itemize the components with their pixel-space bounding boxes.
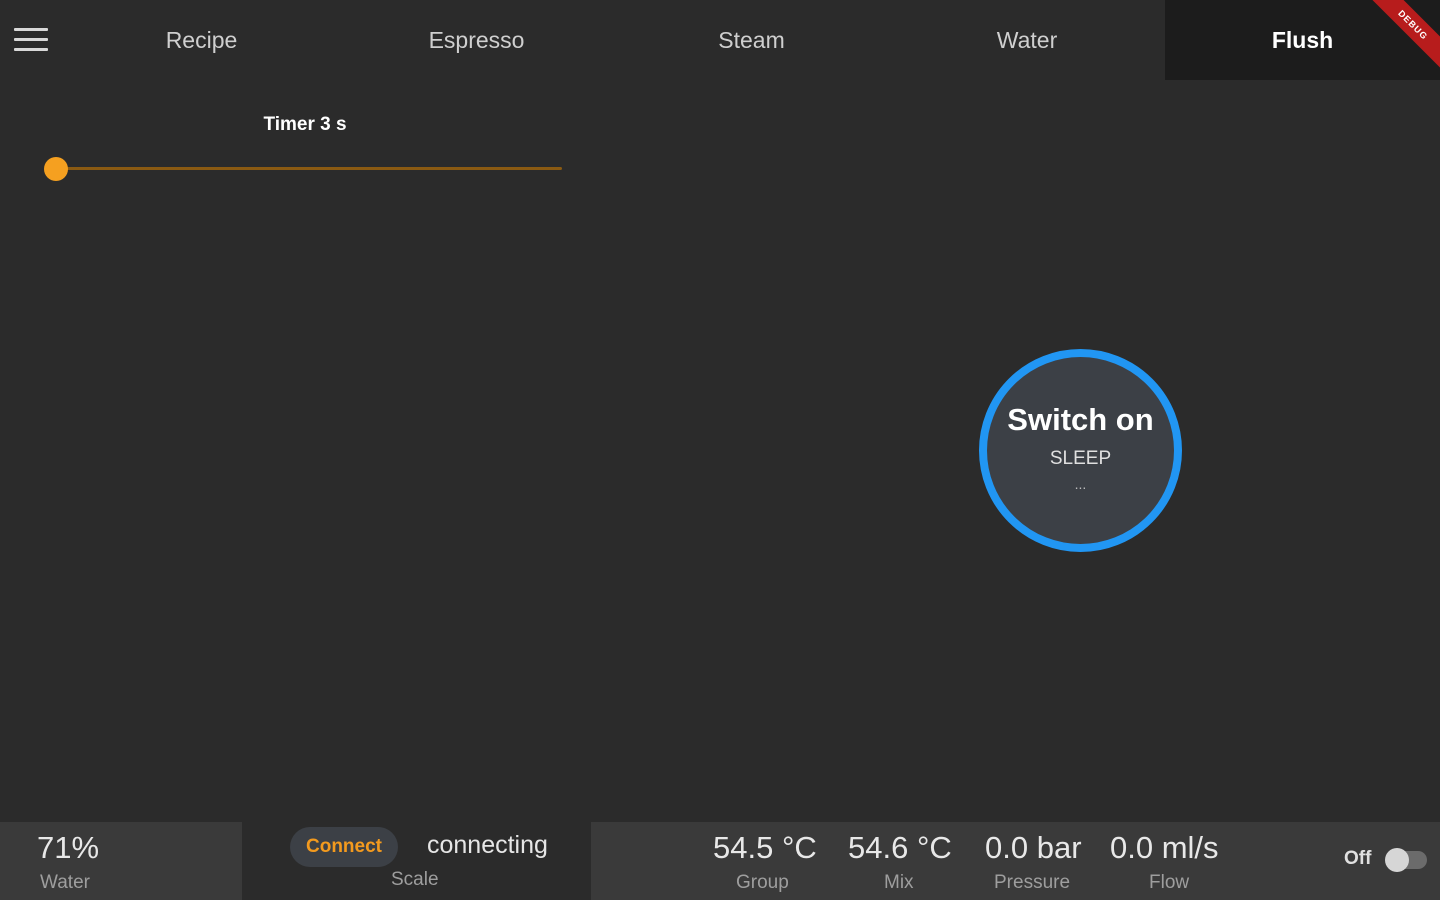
timer-slider[interactable]	[44, 157, 562, 181]
power-toggle-switch[interactable]	[1385, 848, 1427, 872]
machine-metrics-panel: 54.5 °C Group 54.6 °C Mix 0.0 bar Pressu…	[591, 822, 1440, 900]
water-level-panel: 71% Water	[0, 822, 242, 900]
scale-connect-button[interactable]: Connect	[290, 827, 398, 867]
machine-state: SLEEP	[1049, 447, 1112, 469]
toggle-label: Off	[1344, 848, 1372, 869]
machine-substate: ...	[1074, 475, 1087, 492]
pressure-label: Pressure	[994, 872, 1071, 893]
bottom-status-bar: 71% Water Connect connecting Scale 54.5 …	[0, 822, 1440, 900]
toggle-knob	[1385, 848, 1409, 872]
flow-value: 0.0 ml/s	[1110, 830, 1219, 865]
tab-recipe[interactable]: Recipe	[64, 0, 339, 80]
scale-status-text: connecting	[427, 831, 548, 859]
timer-slider-thumb[interactable]	[44, 157, 68, 181]
debug-banner: DEBUG	[1360, 0, 1440, 80]
debug-banner-clip: DEBUG	[1360, 0, 1440, 80]
water-level-label: Water	[40, 872, 90, 893]
power-button-title: Switch on	[1007, 401, 1154, 437]
power-switch-button[interactable]: Switch on SLEEP ...	[979, 349, 1182, 552]
tab-steam[interactable]: Steam	[614, 0, 889, 80]
group-temp-value: 54.5 °C	[713, 830, 817, 865]
mix-temp-value: 54.6 °C	[848, 830, 952, 865]
tab-espresso[interactable]: Espresso	[339, 0, 614, 80]
flow-label: Flow	[1149, 872, 1190, 893]
timer-label: Timer 3 s	[263, 114, 347, 135]
hamburger-menu-icon[interactable]	[12, 26, 50, 54]
tab-water[interactable]: Water	[889, 0, 1165, 80]
pressure-value: 0.0 bar	[985, 830, 1082, 865]
group-temp-label: Group	[736, 872, 789, 893]
scale-panel: Connect connecting Scale	[242, 822, 591, 900]
scale-label: Scale	[391, 869, 439, 890]
top-tab-bar: Recipe Espresso Steam Water Flush DEBUG	[0, 0, 1440, 80]
mix-temp-label: Mix	[884, 872, 914, 893]
water-level-value: 71%	[37, 830, 100, 865]
